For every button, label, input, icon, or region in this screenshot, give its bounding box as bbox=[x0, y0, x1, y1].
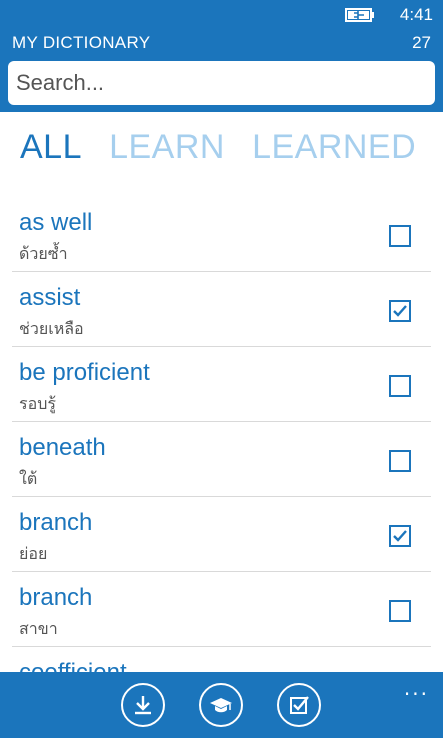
word-text: assist bbox=[19, 284, 81, 311]
learned-checkbox[interactable] bbox=[389, 375, 411, 397]
checkmark-icon bbox=[393, 530, 407, 542]
learn-button[interactable] bbox=[199, 683, 243, 727]
list-item[interactable]: coefficient bbox=[12, 647, 431, 672]
word-text: as well bbox=[19, 209, 93, 236]
checklist-icon bbox=[290, 696, 309, 714]
learned-checkbox[interactable] bbox=[389, 450, 411, 472]
filter-tabs: ALL LEARN LEARNED bbox=[20, 128, 438, 176]
meaning-text: สาขา bbox=[19, 619, 58, 638]
status-bar: 4:41 bbox=[0, 0, 443, 30]
word-text: branch bbox=[19, 584, 93, 611]
list-item[interactable]: branch สาขา bbox=[12, 572, 431, 647]
word-text: beneath bbox=[19, 434, 106, 461]
tab-learned[interactable]: LEARNED bbox=[252, 128, 416, 167]
word-list: as well ด้วยซ้ำ assist ช่วยเหลือ be prof… bbox=[0, 197, 443, 672]
download-button[interactable] bbox=[121, 683, 165, 727]
search-input[interactable] bbox=[8, 61, 435, 105]
header-bar: 4:41 MY DICTIONARY 27 bbox=[0, 0, 443, 112]
meaning-text: ใต้ bbox=[19, 469, 38, 488]
learned-checkbox[interactable] bbox=[389, 525, 411, 547]
list-item[interactable]: be proficient รอบรู้ bbox=[12, 347, 431, 422]
word-text: coefficient bbox=[19, 659, 127, 672]
tab-all[interactable]: ALL bbox=[20, 128, 82, 167]
learned-checkbox[interactable] bbox=[389, 225, 411, 247]
list-item[interactable]: as well ด้วยซ้ำ bbox=[12, 197, 431, 272]
list-item[interactable]: assist ช่วยเหลือ bbox=[12, 272, 431, 347]
list-item[interactable]: beneath ใต้ bbox=[12, 422, 431, 497]
word-count: 27 bbox=[412, 33, 431, 52]
meaning-text: รอบรู้ bbox=[19, 394, 56, 413]
meaning-text: ช่วยเหลือ bbox=[19, 319, 84, 338]
app-bar: ... bbox=[0, 672, 443, 738]
download-icon bbox=[135, 696, 151, 715]
word-text: branch bbox=[19, 509, 93, 536]
learned-checkbox[interactable] bbox=[389, 300, 411, 322]
mark-learned-button[interactable] bbox=[277, 683, 321, 727]
word-text: be proficient bbox=[19, 359, 150, 386]
graduation-cap-icon bbox=[210, 698, 232, 713]
learned-checkbox[interactable] bbox=[389, 600, 411, 622]
more-options-icon[interactable]: ... bbox=[404, 676, 429, 700]
meaning-text: ย่อย bbox=[19, 544, 48, 563]
app-title: MY DICTIONARY bbox=[12, 33, 151, 52]
list-item[interactable]: branch ย่อย bbox=[12, 497, 431, 572]
battery-charging-icon bbox=[345, 8, 374, 22]
meaning-text: ด้วยซ้ำ bbox=[19, 244, 68, 263]
tab-learn[interactable]: LEARN bbox=[109, 128, 225, 167]
clock: 4:41 bbox=[399, 5, 433, 24]
checkmark-icon bbox=[393, 305, 407, 317]
